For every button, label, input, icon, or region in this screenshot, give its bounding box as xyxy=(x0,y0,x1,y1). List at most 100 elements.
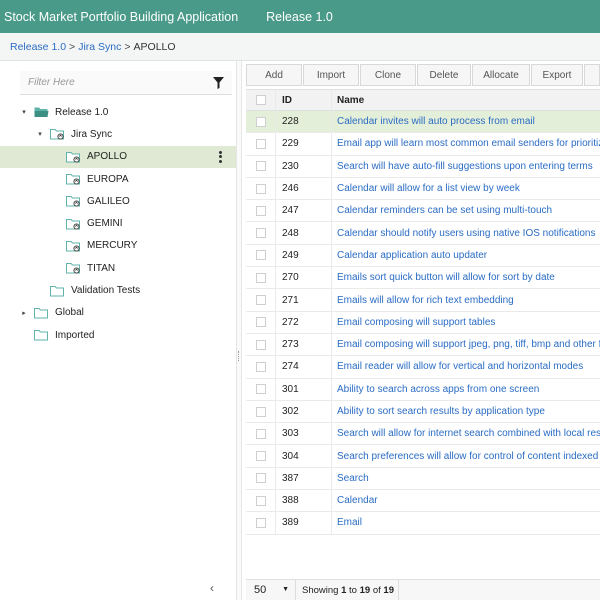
row-checkbox[interactable] xyxy=(255,473,266,484)
row-checkbox[interactable] xyxy=(255,272,266,283)
export-button[interactable]: Export xyxy=(531,64,583,86)
column-header-name[interactable]: Name xyxy=(332,90,600,110)
row-checkbox[interactable] xyxy=(255,250,266,261)
showing-label: Showing xyxy=(302,584,339,596)
table-row[interactable]: 228 Calendar invites will auto process fr… xyxy=(246,111,600,134)
tree-node-jira-sync[interactable]: ▾ Jira Sync xyxy=(0,123,236,145)
import-button[interactable]: Import xyxy=(303,64,359,86)
splitter-grip[interactable] xyxy=(238,351,240,361)
table-row[interactable]: 274 Email reader will allow for vertical … xyxy=(246,356,600,379)
row-name-link[interactable]: Calendar application auto updater xyxy=(332,245,600,266)
row-name-link[interactable]: Ability to sort search results by applic… xyxy=(332,401,600,422)
row-checkbox[interactable] xyxy=(255,406,266,417)
add-button[interactable]: Add xyxy=(246,64,302,86)
row-checkbox[interactable] xyxy=(255,384,266,395)
row-name-link[interactable]: Calendar should notify users using nativ… xyxy=(332,222,600,243)
row-id: 272 xyxy=(276,311,332,333)
row-name-link[interactable]: Email xyxy=(332,512,600,533)
table-row[interactable]: 249 Calendar application auto updater xyxy=(246,244,600,268)
row-checkbox[interactable] xyxy=(255,228,266,239)
table-row[interactable]: 388 Calendar xyxy=(246,490,600,513)
row-checkbox[interactable] xyxy=(255,317,266,328)
row-name-link[interactable]: Search will allow for internet search co… xyxy=(332,423,600,444)
row-name-link[interactable]: Calendar xyxy=(332,490,600,511)
tree-node-release-1-0[interactable]: ▾ Release 1.0 xyxy=(0,101,236,123)
row-name-link[interactable]: Search will have auto-fill suggestions u… xyxy=(332,156,600,177)
table-row[interactable]: 246 Calendar will allow for a list view b… xyxy=(246,177,600,201)
table-row[interactable]: 270 Emails sort quick button will allow f… xyxy=(246,267,600,290)
row-checkbox[interactable] xyxy=(255,451,266,462)
select-all-checkbox[interactable] xyxy=(255,95,266,105)
tree-node-global[interactable]: ▸ Global xyxy=(0,302,236,324)
tree-node-validation-tests[interactable]: Validation Tests xyxy=(0,279,236,301)
expand-down-icon[interactable]: ▾ xyxy=(20,108,28,116)
expand-right-icon[interactable]: ▸ xyxy=(20,309,28,317)
row-name-link[interactable]: Emails sort quick button will allow for … xyxy=(332,267,600,288)
table-row[interactable]: 301 Ability to search across apps from on… xyxy=(246,378,600,401)
more-options-icon[interactable] xyxy=(219,150,222,163)
collapse-panel-icon[interactable]: ‹ xyxy=(210,581,214,595)
row-name-link[interactable]: Search xyxy=(332,468,600,489)
tree-node-gemini[interactable]: GEMINI xyxy=(0,212,236,234)
row-checkbox[interactable] xyxy=(255,205,266,216)
table-row[interactable]: 302 Ability to sort search results by app… xyxy=(246,400,600,424)
row-id: 228 xyxy=(276,111,332,133)
filter-input[interactable] xyxy=(28,77,198,88)
row-select-cell xyxy=(246,445,276,467)
column-header-id[interactable]: ID xyxy=(276,90,332,110)
row-name-link[interactable]: Email composing will support tables xyxy=(332,312,600,333)
row-checkbox[interactable] xyxy=(255,428,266,439)
row-name-link[interactable]: Email composing will support jpeg, png, … xyxy=(332,334,600,355)
page-size-select[interactable]: 50 ▼ xyxy=(246,580,291,600)
row-checkbox[interactable] xyxy=(255,495,266,506)
table-row[interactable]: 304 Search preferences will allow for con… xyxy=(246,445,600,468)
clone-button[interactable]: Clone xyxy=(360,64,416,86)
table-row[interactable]: 247 Calendar reminders can be set using m… xyxy=(246,200,600,223)
table-row[interactable]: 271 Emails will allow for rich text embed… xyxy=(246,289,600,312)
tree-node-mercury[interactable]: MERCURY xyxy=(0,235,236,257)
filter-icon[interactable] xyxy=(213,77,224,89)
more-button[interactable] xyxy=(584,64,600,86)
table-row[interactable]: 389 Email xyxy=(246,512,600,535)
row-checkbox[interactable] xyxy=(255,339,266,350)
release-title[interactable]: Release 1.0 xyxy=(266,10,333,24)
row-name-link[interactable]: Email reader will allow for vertical and… xyxy=(332,356,600,377)
table-row[interactable]: 229 Email app will learn most common emai… xyxy=(246,133,600,156)
row-name-link[interactable]: Email app will learn most common email s… xyxy=(332,133,600,154)
row-checkbox[interactable] xyxy=(255,183,266,194)
tree-node-europa[interactable]: EUROPA xyxy=(0,168,236,190)
table-row[interactable]: 272 Email composing will support tables xyxy=(246,311,600,334)
breadcrumb-jira-sync[interactable]: Jira Sync xyxy=(78,41,121,53)
row-name-link[interactable]: Calendar invites will auto process from … xyxy=(332,111,600,132)
footer-divider xyxy=(397,579,399,600)
tree-node-label: MERCURY xyxy=(87,240,138,252)
app-title[interactable]: Stock Market Portfolio Building Applicat… xyxy=(4,10,238,24)
showing-from: 1 xyxy=(341,584,347,596)
row-name-link[interactable]: Calendar will allow for a list view by w… xyxy=(332,178,600,199)
row-checkbox[interactable] xyxy=(255,295,266,306)
row-checkbox[interactable] xyxy=(255,517,266,528)
row-checkbox[interactable] xyxy=(255,161,266,172)
breadcrumb: Release 1.0 > Jira Sync > APOLLO xyxy=(0,33,600,61)
row-name-link[interactable]: Ability to search across apps from one s… xyxy=(332,379,600,400)
expand-down-icon[interactable]: ▾ xyxy=(36,130,44,138)
tree-node-galileo[interactable]: GALILEO xyxy=(0,190,236,212)
breadcrumb-release[interactable]: Release 1.0 xyxy=(10,41,66,53)
row-select-cell xyxy=(246,423,276,445)
tree-node-titan[interactable]: TITAN xyxy=(0,257,236,279)
delete-button[interactable]: Delete xyxy=(417,64,471,86)
row-name-link[interactable]: Emails will allow for rich text embeddin… xyxy=(332,289,600,310)
row-checkbox[interactable] xyxy=(255,361,266,372)
tree-node-imported[interactable]: Imported xyxy=(0,324,236,346)
table-row[interactable]: 248 Calendar should notify users using na… xyxy=(246,222,600,245)
tree-node-apollo[interactable]: APOLLO xyxy=(0,145,236,168)
allocate-button[interactable]: Allocate xyxy=(472,64,530,86)
row-name-link[interactable]: Search preferences will allow for contro… xyxy=(332,445,600,466)
row-checkbox[interactable] xyxy=(255,116,266,127)
table-row[interactable]: 230 Search will have auto-fill suggestion… xyxy=(246,155,600,178)
table-row[interactable]: 387 Search xyxy=(246,467,600,491)
table-row[interactable]: 303 Search will allow for internet search… xyxy=(246,423,600,446)
row-checkbox[interactable] xyxy=(255,138,266,149)
table-row[interactable]: 273 Email composing will support jpeg, pn… xyxy=(246,333,600,357)
row-name-link[interactable]: Calendar reminders can be set using mult… xyxy=(332,200,600,221)
